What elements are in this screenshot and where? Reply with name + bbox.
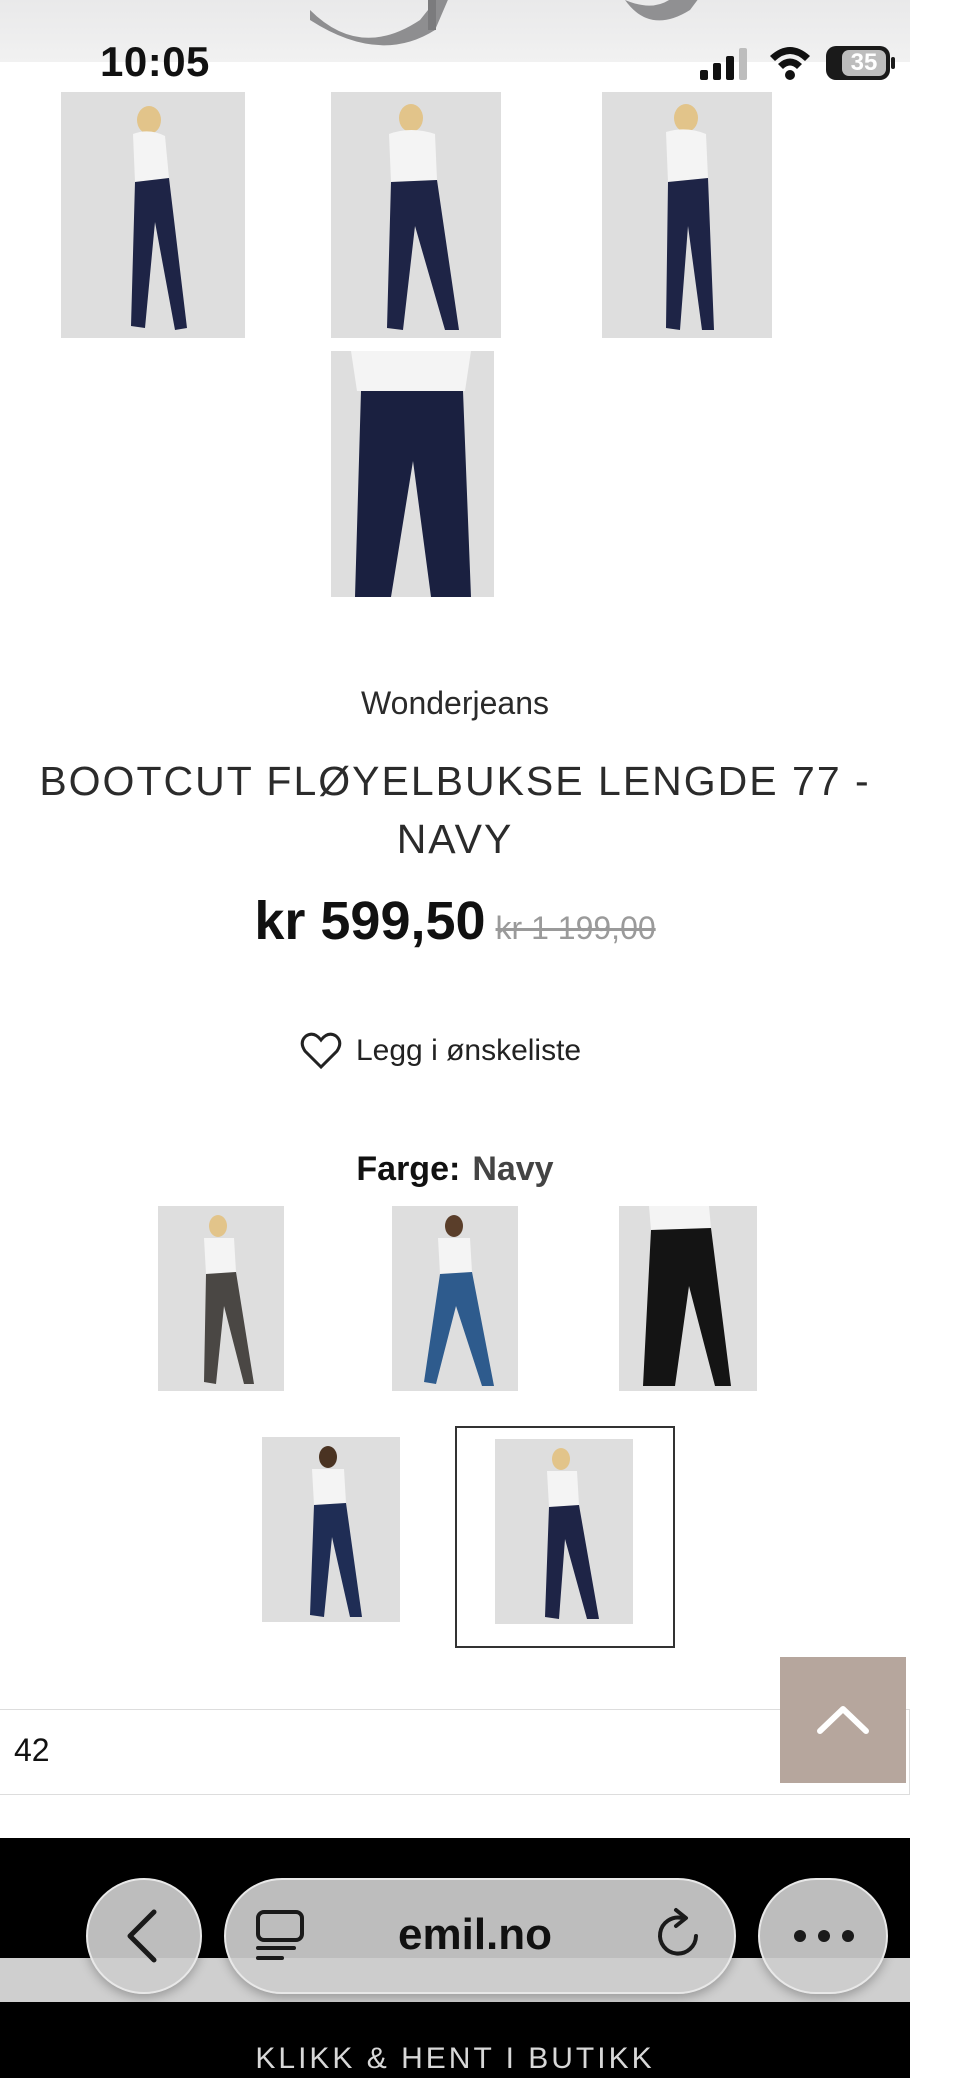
color-selector-label: Farge: Navy — [0, 1150, 910, 1189]
gallery-thumbnail[interactable] — [331, 92, 501, 338]
more-icon — [794, 1930, 854, 1942]
model-photo — [392, 1206, 518, 1391]
wifi-icon — [770, 47, 810, 80]
product-brand[interactable]: Wonderjeans — [0, 685, 910, 722]
model-photo — [331, 92, 501, 338]
scroll-to-top-button[interactable] — [780, 1657, 906, 1783]
gallery-thumbnail[interactable] — [602, 92, 772, 338]
color-value: Navy — [472, 1150, 554, 1188]
model-photo — [331, 351, 494, 597]
reload-icon[interactable] — [652, 1906, 704, 1962]
status-time: 10:05 — [100, 38, 210, 85]
tabs-icon[interactable] — [254, 1908, 306, 1964]
color-swatch-dark-blue[interactable] — [262, 1437, 400, 1622]
gallery-thumbnail[interactable] — [61, 92, 245, 338]
chevron-up-icon — [817, 1706, 869, 1734]
size-value: 42 — [14, 1732, 50, 1768]
model-photo — [602, 92, 772, 338]
model-photo — [158, 1206, 284, 1391]
product-title: BOOTCUT FLØYELBUKSE LENGDE 77 - NAVY — [39, 758, 871, 862]
shoe-image — [625, 0, 698, 21]
browser-url[interactable]: emil.no — [398, 1910, 552, 1960]
battery-tip — [891, 57, 895, 69]
shoe-image — [310, 0, 448, 46]
model-photo — [495, 1439, 633, 1624]
model-photo — [61, 92, 245, 338]
color-swatch-navy[interactable] — [495, 1439, 633, 1624]
original-price: kr 1 199,00 — [495, 910, 656, 946]
gallery-thumbnail[interactable] — [331, 351, 494, 597]
wishlist-label: Legg i ønskeliste — [356, 1034, 582, 1067]
add-to-wishlist-button[interactable]: Legg i ønskeliste — [300, 1028, 581, 1074]
sale-price: kr 599,50 — [254, 891, 486, 951]
size-select[interactable] — [0, 1709, 910, 1795]
signal-icon — [700, 48, 747, 80]
color-swatch-blue[interactable] — [392, 1206, 518, 1391]
price-row: kr 599,50 kr 1 199,00 — [0, 890, 910, 952]
model-photo — [619, 1206, 757, 1391]
click-and-collect-link[interactable]: KLIKK & HENT I BUTIKK — [0, 2042, 910, 2076]
color-label: Farge: — [356, 1150, 461, 1188]
heart-icon — [300, 1032, 342, 1070]
battery-level: 35 — [842, 50, 886, 76]
color-swatch-black[interactable] — [619, 1206, 757, 1391]
chevron-left-icon — [127, 1909, 157, 1963]
color-swatch-grey[interactable] — [158, 1206, 284, 1391]
model-photo — [262, 1437, 400, 1622]
